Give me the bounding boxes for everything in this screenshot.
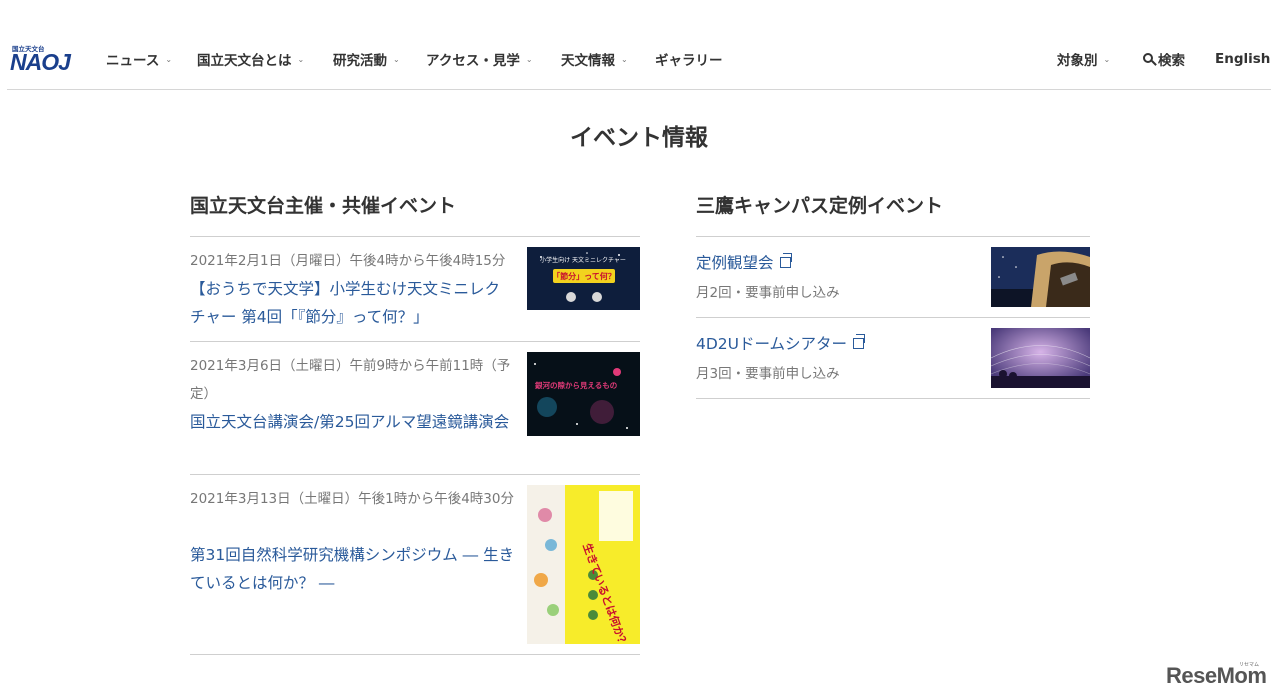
event-date: 2021年3月13日（土曜日）午後1時から午後4時30分 — [190, 491, 514, 507]
telescope-photo-image — [991, 247, 1090, 307]
campus-event-thumbnail[interactable] — [991, 328, 1090, 388]
logo-text: NAOJ — [10, 49, 71, 75]
event-date: 2021年3月6日（土曜日）午前9時から午前11時（予定） — [190, 358, 511, 402]
nav-about[interactable]: 国立天文台とは ⌄ — [197, 49, 304, 69]
language-label: English — [1215, 51, 1271, 67]
nav-label: ニュース — [106, 53, 160, 69]
hosted-events-heading: 国立天文台主催・共催イベント — [190, 195, 457, 217]
divider — [696, 398, 1090, 399]
divider — [190, 341, 640, 342]
watermark-kana: リセマム — [1239, 662, 1260, 668]
search-icon — [1143, 53, 1153, 63]
event-link[interactable]: 【おうちで天文学】小学生むけ天文ミニレクチャー 第4回「『節分』って何？」 — [190, 275, 515, 331]
campus-event-thumbnail[interactable] — [991, 247, 1090, 307]
page-title: イベント情報 — [570, 125, 708, 151]
campus-event-title: 定例観望会 — [696, 254, 774, 272]
external-link-icon — [779, 253, 792, 268]
divider — [696, 317, 1090, 318]
naoj-logo[interactable]: 国立天文台 NAOJ — [10, 43, 92, 75]
chevron-down-icon: ⌄ — [393, 54, 400, 64]
search-button[interactable]: 検索 — [1143, 49, 1185, 69]
external-link-icon — [853, 334, 866, 349]
divider — [190, 236, 640, 237]
dome-theater-photo-image — [991, 328, 1090, 388]
campus-event-link[interactable]: 4D2Uドームシアター — [696, 332, 866, 354]
poster-title: 「節分」って何？ — [552, 271, 616, 281]
nav-gallery[interactable]: ギャラリー — [655, 49, 723, 69]
campus-event-title: 4D2Uドームシアター — [696, 335, 848, 353]
campus-event-link[interactable]: 定例観望会 — [696, 251, 792, 273]
divider — [190, 654, 640, 655]
poster-symposium-image: 生きているとは何か？ — [527, 485, 640, 644]
campus-event-schedule: 月2回・要事前申し込み — [696, 285, 840, 301]
search-label: 検索 — [1158, 53, 1185, 69]
chevron-down-icon: ⌄ — [297, 54, 305, 64]
event-date: 2021年2月1日（月曜日）午後4時から午後4時15分 — [190, 253, 506, 269]
chevron-down-icon: ⌄ — [165, 54, 173, 64]
language-english-link[interactable]: English — [1215, 49, 1270, 69]
nav-astronomy-info[interactable]: 天文情報 ⌄ — [561, 49, 628, 69]
event-thumbnail[interactable]: 銀河の隙から見えるもの — [527, 352, 640, 436]
chevron-down-icon: ⌄ — [1103, 54, 1111, 64]
site-header: 国立天文台 NAOJ ニュース ⌄ 国立天文台とは ⌄ 研究活動 ⌄ アクセス・見学 ⌄… — [0, 0, 1278, 90]
nav-research[interactable]: 研究活動 ⌄ — [333, 49, 400, 69]
event-thumbnail[interactable]: 生きているとは何か？ — [527, 485, 640, 644]
nav-label: 対象別 — [1057, 53, 1098, 69]
poster-title: 銀河の隙から見えるもの — [534, 380, 617, 390]
nav-access[interactable]: アクセス・見学 ⌄ — [426, 49, 533, 69]
chevron-down-icon: ⌄ — [525, 54, 533, 64]
poster-setsubun-image: 小学生向け 天文ミニレクチャー 「節分」って何？ — [527, 247, 640, 310]
divider — [190, 474, 640, 475]
nav-news[interactable]: ニュース ⌄ — [106, 49, 172, 69]
nav-label: 研究活動 — [333, 53, 387, 69]
event-link[interactable]: 第31回自然科学研究機構シンポジウム ― 生きているとは何か？ ― — [190, 541, 515, 597]
campus-events-heading: 三鷹キャンパス定例イベント — [696, 195, 944, 217]
nav-label: 国立天文台とは — [197, 53, 292, 69]
campus-event-schedule: 月3回・要事前申し込み — [696, 366, 840, 382]
nav-audience[interactable]: 対象別 ⌄ — [1057, 49, 1110, 69]
poster-alma-lecture-image: 銀河の隙から見えるもの — [527, 352, 640, 436]
divider — [696, 236, 1090, 237]
header-divider — [7, 89, 1271, 90]
chevron-down-icon: ⌄ — [621, 54, 628, 64]
event-thumbnail[interactable]: 小学生向け 天文ミニレクチャー 「節分」って何？ — [527, 247, 640, 310]
nav-label: 天文情報 — [561, 53, 615, 69]
nav-label: アクセス・見学 — [426, 53, 520, 69]
event-link[interactable]: 国立天文台講演会/第25回アルマ望遠鏡講演会 — [190, 408, 515, 436]
nav-label: ギャラリー — [655, 53, 723, 69]
poster-subtitle: 小学生向け 天文ミニレクチャー — [540, 256, 626, 264]
